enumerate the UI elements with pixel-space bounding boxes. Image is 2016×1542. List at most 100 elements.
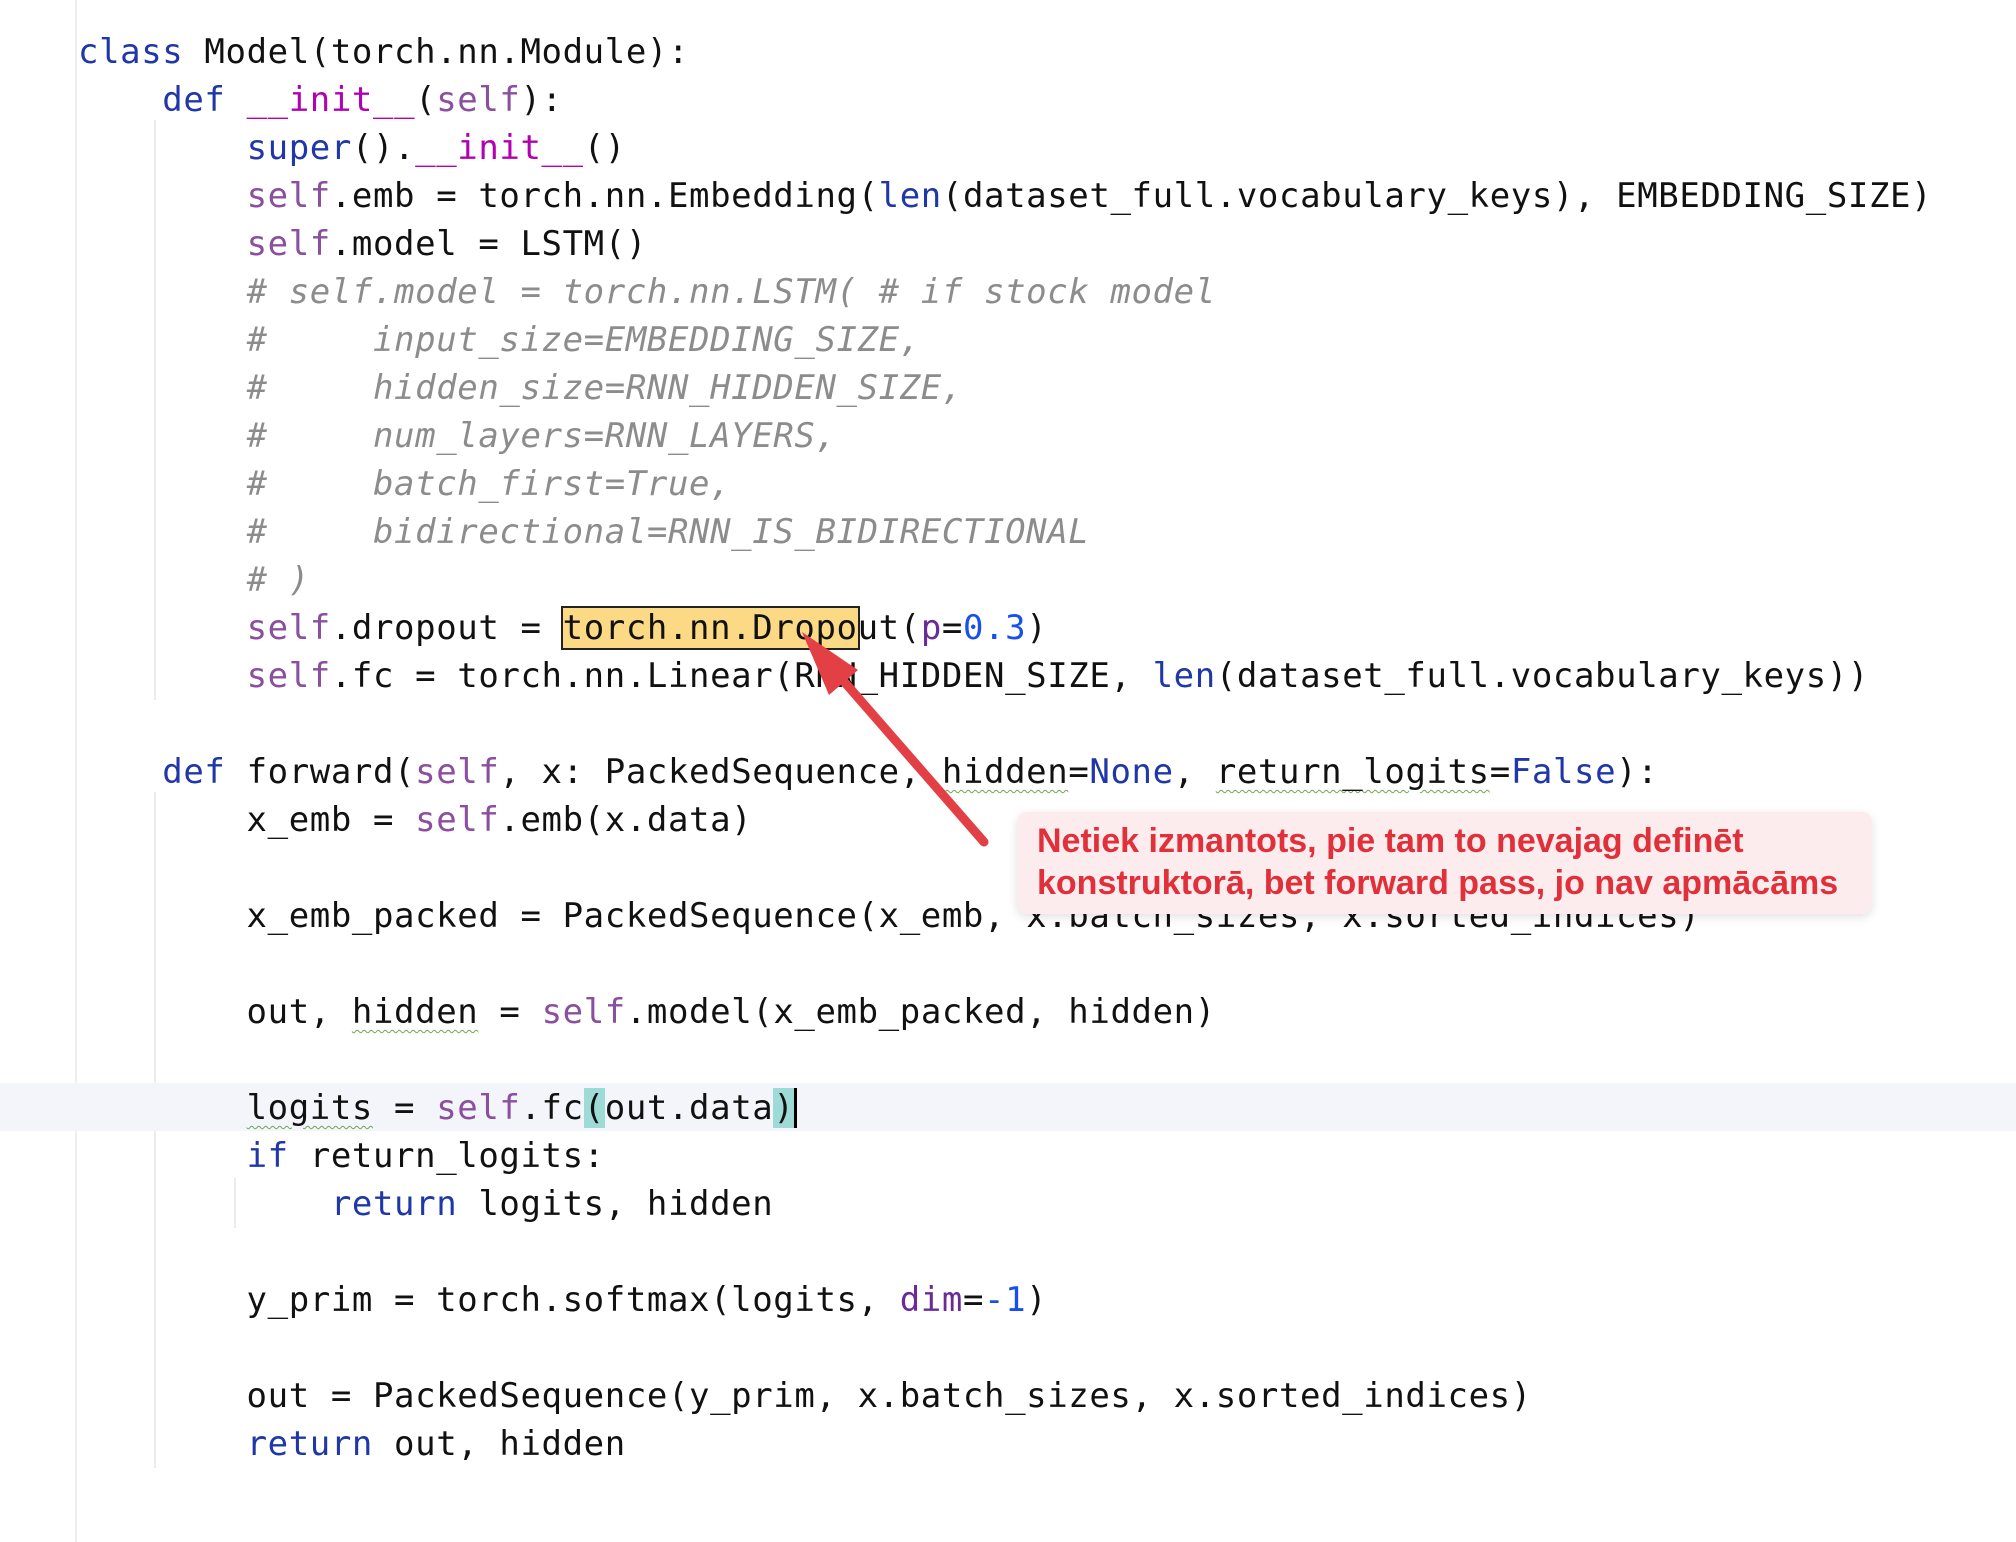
code-token: .model(x_emb_packed, hidden) — [625, 992, 1216, 1032]
code-token: x_emb = — [78, 800, 416, 840]
code-line[interactable]: return logits, hidden — [78, 1180, 773, 1228]
code-line[interactable]: out = PackedSequence(y_prim, x.batch_siz… — [78, 1372, 1532, 1420]
code-token: () — [583, 128, 626, 168]
code-token: -1 — [984, 1280, 1027, 1320]
code-token: len — [1152, 656, 1216, 696]
code-token: .fc = torch.nn.Linear(RNN_HIDDEN_SIZE, — [330, 656, 1153, 696]
code-line[interactable]: # num_layers=RNN_LAYERS, — [78, 412, 837, 460]
code-token: p — [920, 608, 942, 648]
review-comment-line-1: Netiek izmantots, pie tam to nevajag def… — [1037, 822, 1744, 860]
code-line[interactable]: logits = self.fc(out.data) — [78, 1084, 798, 1132]
code-line[interactable]: y_prim = torch.softmax(logits, dim=-1) — [78, 1276, 1047, 1324]
code-token: .fc — [520, 1088, 584, 1128]
code-line[interactable]: # ) — [78, 556, 310, 604]
code-token: Model(torch.nn.Module): — [183, 32, 690, 72]
code-token: # bidirectional=RNN_IS_BIDIRECTIONAL — [246, 512, 1090, 552]
code-token: def — [162, 752, 226, 792]
code-line[interactable]: # self.model = torch.nn.LSTM( # if stock… — [78, 268, 1216, 316]
code-token: self — [246, 656, 331, 696]
code-token: ) — [1026, 608, 1048, 648]
code-line[interactable]: def forward(self, x: PackedSequence, hid… — [78, 748, 1658, 796]
code-line[interactable]: # input_size=EMBEDDING_SIZE, — [78, 316, 921, 364]
code-token: logits — [246, 1088, 373, 1128]
code-token: self — [246, 176, 331, 216]
code-line[interactable]: class Model(torch.nn.Module): — [78, 28, 689, 76]
code-token: return — [246, 1424, 373, 1464]
code-editor[interactable]: class Model(torch.nn.Module): def __init… — [0, 0, 2016, 1542]
code-token: 0.3 — [962, 608, 1027, 648]
code-token: # hidden_size=RNN_HIDDEN_SIZE, — [246, 368, 963, 408]
code-line[interactable]: self.model = LSTM() — [78, 220, 647, 268]
code-token: return_logits — [1215, 752, 1490, 792]
code-line[interactable]: self.emb = torch.nn.Embedding(len(datase… — [78, 172, 1932, 220]
code-token: ( — [583, 1088, 605, 1128]
code-token: hidden — [941, 752, 1069, 792]
code-token: , — [1173, 752, 1216, 792]
code-token: return_logits: — [288, 1136, 605, 1176]
gutter-divider — [75, 0, 77, 1542]
code-token: # self.model = torch.nn.LSTM( # if stock… — [246, 272, 1216, 312]
code-line[interactable]: if return_logits: — [78, 1132, 605, 1180]
code-token: out, hidden — [372, 1424, 626, 1464]
code-token: = — [372, 1088, 437, 1128]
code-token: .emb(x.data) — [499, 800, 753, 840]
code-token: torch.nn.Dropo — [560, 606, 860, 650]
code-token: False — [1510, 752, 1617, 792]
code-token: .dropout = — [330, 608, 563, 648]
code-token: forward( — [225, 752, 416, 792]
code-line[interactable]: # hidden_size=RNN_HIDDEN_SIZE, — [78, 364, 963, 412]
code-token: class — [78, 32, 184, 72]
code-line[interactable]: def __init__(self): — [78, 76, 563, 124]
code-token: def — [162, 80, 226, 120]
code-token: # batch_first=True, — [246, 464, 732, 504]
code-token: ) — [773, 1088, 798, 1128]
code-token: out.data — [604, 1088, 774, 1128]
code-token: (dataset_full.vocabulary_keys)) — [1215, 656, 1869, 696]
code-token: ) — [1026, 1280, 1048, 1320]
code-token: ): — [520, 80, 563, 120]
code-token: out = PackedSequence(y_prim, x.batch_siz… — [78, 1376, 1532, 1416]
code-token: __init__ — [415, 128, 584, 168]
code-token: self — [436, 80, 521, 120]
code-line[interactable]: x_emb = self.emb(x.data) — [78, 796, 752, 844]
code-token: self — [415, 752, 500, 792]
code-line[interactable]: return out, hidden — [78, 1420, 626, 1468]
code-token: logits, hidden — [457, 1184, 774, 1224]
review-comment-line-2: konstruktorā, bet forward pass, jo nav a… — [1037, 864, 1839, 902]
code-token: # input_size=EMBEDDING_SIZE, — [246, 320, 921, 360]
code-token: (). — [351, 128, 416, 168]
code-token: self — [246, 608, 331, 648]
code-token: .model = LSTM() — [330, 224, 647, 264]
code-token: # num_layers=RNN_LAYERS, — [246, 416, 837, 456]
code-line[interactable]: self.fc = torch.nn.Linear(RNN_HIDDEN_SIZ… — [78, 652, 1869, 700]
code-token: y_prim = torch.softmax(logits, — [78, 1280, 900, 1320]
code-token: (dataset_full.vocabulary_keys), EMBEDDIN… — [941, 176, 1933, 216]
code-token: self — [541, 992, 626, 1032]
code-token: self — [415, 800, 500, 840]
code-token: out, — [78, 992, 352, 1032]
code-line[interactable]: self.dropout = torch.nn.Dropout(p=0.3) — [78, 604, 1047, 652]
code-token: = — [1489, 752, 1511, 792]
code-token: if — [246, 1136, 289, 1176]
code-line[interactable]: # batch_first=True, — [78, 460, 731, 508]
code-line[interactable]: super().__init__() — [78, 124, 626, 172]
code-line[interactable]: # bidirectional=RNN_IS_BIDIRECTIONAL — [78, 508, 1089, 556]
code-token: super — [246, 128, 352, 168]
code-token: = — [478, 992, 542, 1032]
code-token: = — [1068, 752, 1090, 792]
code-line[interactable]: out, hidden = self.model(x_emb_packed, h… — [78, 988, 1216, 1036]
code-token: return — [330, 1184, 458, 1224]
code-token: __init__ — [246, 80, 416, 120]
code-token: .emb = torch.nn.Embedding( — [330, 176, 879, 216]
